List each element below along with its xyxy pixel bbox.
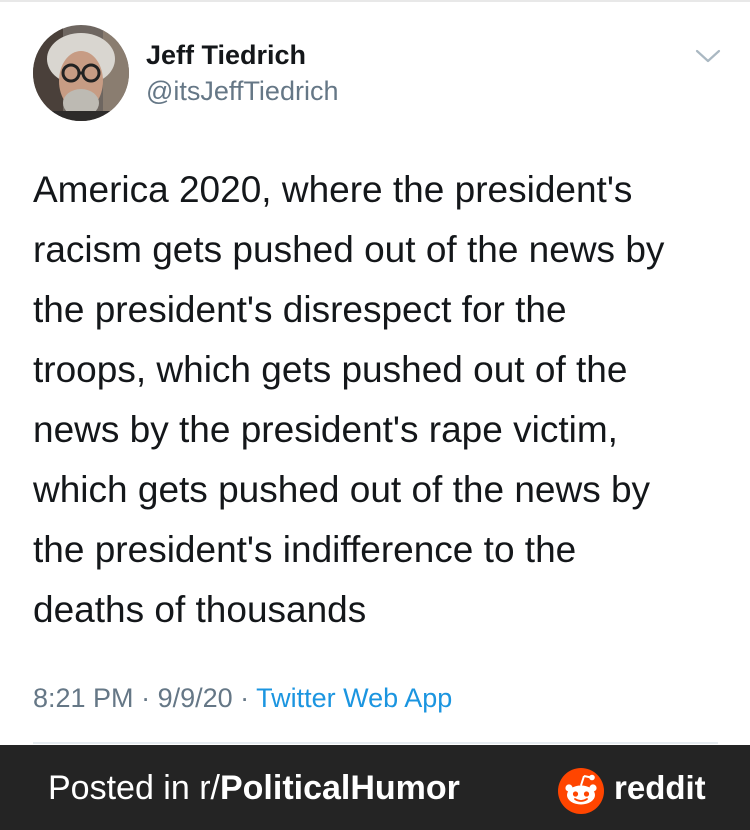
tweet-metadata: 8:21 PM · 9/9/20 · Twitter Web App <box>33 683 452 714</box>
tweet-time[interactable]: 8:21 PM <box>33 683 134 713</box>
meta-separator: · <box>133 683 158 713</box>
author-name[interactable]: Jeff Tiedrich <box>146 40 306 71</box>
tweet-text-line: racism gets pushed out of the news by <box>33 229 665 270</box>
chevron-down-icon[interactable] <box>694 46 722 66</box>
tweet-text-line: the president's disrespect for the <box>33 289 567 330</box>
tweet-card: Jeff Tiedrich @itsJeffTiedrich America 2… <box>0 0 750 745</box>
tweet-text: America 2020, where the president's raci… <box>33 160 733 640</box>
tweet-date[interactable]: 9/9/20 <box>158 683 233 713</box>
posted-in-label[interactable]: Posted in r/PoliticalHumor <box>48 769 460 808</box>
reddit-footer: Posted in r/PoliticalHumor reddit <box>0 745 750 830</box>
tweet-text-line: the president's indifference to the <box>33 529 577 570</box>
reddit-wordmark: reddit <box>614 769 706 806</box>
reddit-snoo-icon <box>557 767 605 815</box>
divider <box>33 742 718 744</box>
avatar[interactable] <box>33 25 129 121</box>
tweet-source-link[interactable]: Twitter Web App <box>256 683 452 713</box>
tweet-text-line: which gets pushed out of the news by <box>33 469 651 510</box>
tweet-text-line: America 2020, where the president's <box>33 169 633 210</box>
tweet-text-line: deaths of thousands <box>33 589 367 630</box>
meta-separator: · <box>232 683 257 713</box>
subreddit-name[interactable]: PoliticalHumor <box>220 769 460 807</box>
tweet-text-line: troops, which gets pushed out of the <box>33 349 628 390</box>
tweet-text-line: news by the president's rape victim, <box>33 409 618 450</box>
posted-prefix: Posted in r/ <box>48 769 220 807</box>
avatar-image <box>33 25 129 121</box>
author-handle[interactable]: @itsJeffTiedrich <box>146 76 338 107</box>
